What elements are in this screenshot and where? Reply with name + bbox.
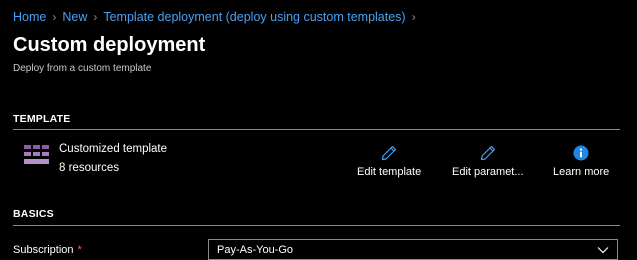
pencil-icon bbox=[480, 145, 495, 161]
template-grid-icon bbox=[24, 145, 49, 164]
chevron-down-icon bbox=[597, 246, 609, 254]
template-name: Customized template bbox=[59, 143, 168, 155]
chevron-right-icon: › bbox=[93, 10, 98, 24]
template-resource-count: 8 resources bbox=[59, 162, 120, 174]
section-heading-template: TEMPLATE bbox=[13, 113, 71, 125]
breadcrumb: Home › New › Template deployment (deploy… bbox=[13, 10, 422, 24]
learn-more-button[interactable]: Learn more bbox=[553, 145, 609, 178]
breadcrumb-home[interactable]: Home bbox=[13, 10, 46, 24]
edit-parameters-button[interactable]: Edit paramet... bbox=[452, 145, 524, 178]
chevron-right-icon: › bbox=[411, 10, 416, 24]
breadcrumb-new[interactable]: New bbox=[62, 10, 87, 24]
subscription-selected-value: Pay-As-You-Go bbox=[217, 243, 294, 256]
section-heading-basics: BASICS bbox=[13, 208, 54, 220]
chevron-right-icon: › bbox=[52, 10, 57, 24]
edit-parameters-label: Edit paramet... bbox=[452, 166, 524, 178]
edit-template-label: Edit template bbox=[357, 166, 422, 178]
page-subtitle: Deploy from a custom template bbox=[13, 63, 152, 74]
edit-template-button[interactable]: Edit template bbox=[357, 145, 421, 178]
required-marker: * bbox=[77, 244, 82, 256]
page-title: Custom deployment bbox=[13, 34, 206, 56]
pencil-icon bbox=[381, 145, 397, 161]
subscription-select[interactable]: Pay-As-You-Go bbox=[208, 239, 618, 260]
subscription-label-text: Subscription bbox=[13, 244, 74, 256]
info-icon bbox=[573, 145, 589, 161]
divider bbox=[13, 129, 620, 130]
subscription-label: Subscription * bbox=[13, 244, 82, 256]
learn-more-label: Learn more bbox=[553, 166, 610, 178]
breadcrumb-template-deployment[interactable]: Template deployment (deploy using custom… bbox=[103, 10, 405, 24]
divider bbox=[13, 225, 620, 226]
